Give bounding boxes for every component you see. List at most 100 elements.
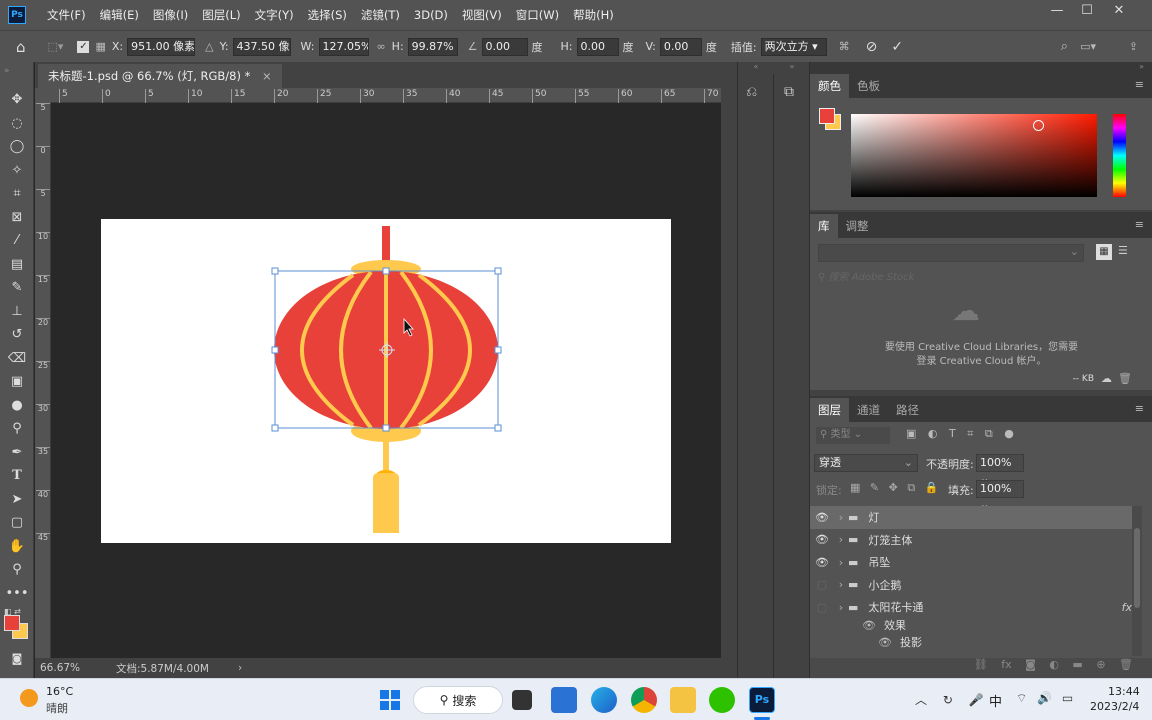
healing-brush-icon[interactable]: ▤ xyxy=(0,253,34,277)
layers-scrollbar[interactable] xyxy=(1132,506,1142,656)
drop-shadow-row[interactable]: 👁 投影 xyxy=(810,631,1140,654)
clone-stamp-icon[interactable]: ⊥ xyxy=(0,300,34,324)
clock-date[interactable]: 2023/2/4 xyxy=(1090,700,1139,713)
tab-libraries[interactable]: 库 xyxy=(810,214,838,238)
color-fg-swatch[interactable] xyxy=(819,108,835,124)
y-field[interactable]: 437.50 像素 xyxy=(232,37,291,56)
stock-search-input[interactable]: ⚲ 搜索 Adobe Stock xyxy=(818,268,1142,284)
file-explorer-icon[interactable] xyxy=(670,687,696,713)
relative-position-icon[interactable]: △ xyxy=(205,40,213,53)
fill-field[interactable]: 100% ⌄ xyxy=(976,480,1024,511)
tab-swatches[interactable]: 色板 xyxy=(849,74,888,98)
hand-tool-icon[interactable]: ✋ xyxy=(0,535,34,559)
expand-arrow-icon[interactable]: › xyxy=(834,556,848,569)
menu-item[interactable]: 文件(F) xyxy=(40,0,93,30)
layer-row-pendant[interactable]: 👁 › ▬ 吊坠 xyxy=(810,551,1140,574)
pen-tool-icon[interactable]: ✒ xyxy=(0,441,34,465)
ruler-origin[interactable] xyxy=(35,88,51,103)
rectangle-tool-icon[interactable]: ▢ xyxy=(0,511,34,535)
reference-point-icon[interactable]: ▦ xyxy=(95,40,105,53)
list-view-icon[interactable]: ☰ xyxy=(1118,244,1128,257)
menu-item[interactable]: 滤镜(T) xyxy=(354,0,407,30)
menu-item[interactable]: 3D(D) xyxy=(407,0,455,30)
toolbar-collapse-icon[interactable]: » xyxy=(0,62,33,88)
type-tool-icon[interactable]: T xyxy=(0,464,34,488)
panels-collapse-icon[interactable]: » xyxy=(810,62,1152,72)
ime-indicator[interactable]: 中 xyxy=(989,691,1002,710)
expand-arrow-icon[interactable]: › xyxy=(834,601,848,614)
dock-collapse-arrows[interactable]: «» xyxy=(738,62,810,72)
expand-arrow-icon[interactable]: › xyxy=(834,511,848,524)
foreground-color-swatch[interactable] xyxy=(4,615,20,631)
layer-row-lamp[interactable]: 👁 › ▬ 灯 xyxy=(810,506,1140,529)
path-selection-icon[interactable]: ➤ xyxy=(0,488,34,512)
blend-mode-select[interactable]: 穿透 ⌄ xyxy=(814,454,918,472)
close-icon[interactable]: ✕ xyxy=(1104,0,1134,22)
cancel-transform-icon[interactable]: ⊘ xyxy=(866,39,878,55)
tab-color[interactable]: 颜色 xyxy=(810,74,849,98)
h-field[interactable]: 99.87% xyxy=(407,37,458,56)
menu-item[interactable]: 窗口(W) xyxy=(509,0,566,30)
layers-bottom-toolbar[interactable]: ⛓ fx ◙ ◐ ▬ ⊕ 🗑 xyxy=(810,658,1152,678)
home-icon[interactable]: ⌂ xyxy=(16,38,26,56)
maximize-icon[interactable]: ☐ xyxy=(1072,0,1102,22)
layer-row-lantern-body[interactable]: 👁 › ▬ 灯笼主体 xyxy=(810,529,1140,552)
fx-badge[interactable]: fx xyxy=(1122,601,1132,614)
canvas-vertical-scrollbar[interactable] xyxy=(721,88,737,658)
clock-time[interactable]: 13:44 xyxy=(1108,685,1140,698)
move-tool-icon[interactable]: ✥ xyxy=(0,88,34,112)
blur-tool-icon[interactable]: ● xyxy=(0,394,34,418)
history-panel-icon[interactable]: ⎌ xyxy=(746,84,757,100)
edge-browser-icon[interactable] xyxy=(591,687,617,713)
angle-field[interactable]: 0.00 xyxy=(481,37,528,56)
share-icon[interactable]: ⇪ xyxy=(1129,40,1138,53)
tab-paths[interactable]: 路径 xyxy=(888,398,927,422)
menu-item[interactable]: 帮助(H) xyxy=(566,0,621,30)
lock-icons[interactable]: ▦ ✎ ✥ ⧉ 🔒 xyxy=(850,481,938,495)
reference-point-checkbox[interactable]: ✓ xyxy=(77,40,90,53)
document-tab-close-icon[interactable]: × xyxy=(262,69,272,83)
status-menu-icon[interactable]: › xyxy=(238,662,242,674)
menu-item[interactable]: 图像(I) xyxy=(146,0,195,30)
more-tools-icon[interactable]: ••• xyxy=(0,582,34,606)
menu-item[interactable]: 文字(Y) xyxy=(248,0,301,30)
color-panel-menu-icon[interactable]: ≡ xyxy=(1135,78,1144,91)
w-field[interactable]: 127.05% xyxy=(318,37,369,56)
visibility-box-icon[interactable]: ▢ xyxy=(810,601,834,614)
effects-eye-icon[interactable]: 👁 xyxy=(862,619,876,632)
library-panel-menu-icon[interactable]: ≡ xyxy=(1135,218,1144,231)
weather-temp[interactable]: 16°C xyxy=(46,685,73,698)
tab-adjustments[interactable]: 调整 xyxy=(838,214,877,238)
start-windows-icon[interactable] xyxy=(377,687,403,713)
skew-v-field[interactable]: 0.00 xyxy=(659,37,702,56)
drop-shadow-eye-icon[interactable]: 👁 xyxy=(878,636,892,649)
quick-mask-icon[interactable]: ◙ xyxy=(0,647,34,671)
history-brush-icon[interactable]: ↺ xyxy=(0,323,34,347)
mail-app-icon[interactable] xyxy=(551,687,577,713)
zoom-tool-icon[interactable]: ⚲ xyxy=(0,558,34,582)
warp-icon[interactable]: ⌘ xyxy=(839,40,850,53)
taskbar-search[interactable]: ⚲ 搜索 xyxy=(413,686,503,714)
properties-panel-icon[interactable]: ⧉ xyxy=(784,84,794,100)
minimize-icon[interactable]: — xyxy=(1042,0,1072,22)
hue-slider[interactable] xyxy=(1113,114,1126,197)
library-select[interactable]: ⌄ xyxy=(818,244,1084,262)
magic-wand-icon[interactable]: ✧ xyxy=(0,159,34,183)
opacity-field[interactable]: 100% ⌄ xyxy=(976,454,1024,485)
interpolation-select[interactable]: 两次立方 ▾ xyxy=(760,37,827,56)
visibility-eye-icon[interactable]: 👁 xyxy=(810,511,834,524)
visibility-box-icon[interactable]: ▢ xyxy=(810,578,834,591)
grid-view-icon[interactable]: ▦ xyxy=(1096,244,1112,260)
color-picker-marker[interactable] xyxy=(1033,120,1044,131)
link-icon[interactable]: ∞ xyxy=(377,40,386,53)
network-volume-battery-icons[interactable]: ⌔ 🔊 ▭ xyxy=(1016,691,1073,706)
expand-arrow-icon[interactable]: › xyxy=(834,533,848,546)
zoom-level[interactable]: 66.67% xyxy=(40,662,98,674)
chrome-browser-icon[interactable] xyxy=(631,687,657,713)
menu-item[interactable]: 视图(V) xyxy=(455,0,509,30)
lasso-tool-icon[interactable]: ◯ xyxy=(0,135,34,159)
workspace-icon[interactable]: ▭▾ xyxy=(1080,40,1096,53)
cc-sync-icon[interactable]: ☁ xyxy=(1101,372,1112,385)
search-icon[interactable]: ⌕ xyxy=(1061,39,1068,54)
tab-channels[interactable]: 通道 xyxy=(849,398,888,422)
